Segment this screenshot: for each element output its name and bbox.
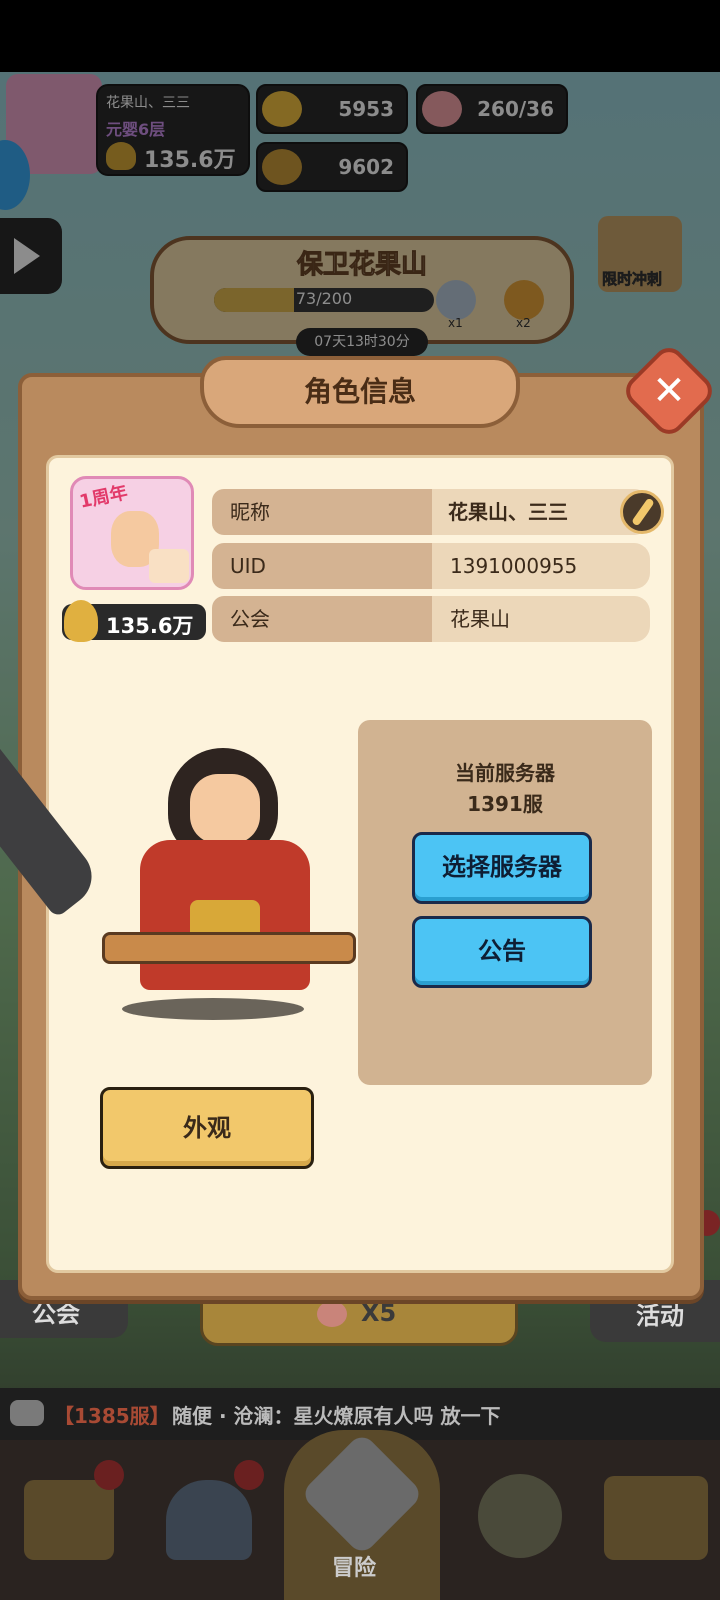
- chat-icon: [10, 1400, 44, 1426]
- uid-row: UID: [212, 543, 432, 589]
- peach-mult-icon: [317, 1301, 347, 1327]
- helmet-alert: [234, 1460, 264, 1490]
- current-server-label: 当前服务器: [455, 761, 555, 785]
- nickname-row: 昵称: [212, 489, 432, 535]
- activity-label: 活动: [636, 1302, 684, 1330]
- hero-face: [190, 774, 260, 844]
- guild-label: 公会: [230, 607, 270, 631]
- close-icon[interactable]: ✕: [634, 356, 704, 426]
- guild-value: 花果山: [450, 607, 510, 631]
- treasure-chest-icon: [604, 1476, 708, 1560]
- appearance-button[interactable]: 外观: [100, 1087, 314, 1169]
- select-server-button[interactable]: 选择服务器: [412, 832, 592, 904]
- chest-alert: [94, 1460, 124, 1490]
- nav-chest[interactable]: [10, 1450, 130, 1580]
- brush-icon: [631, 497, 655, 527]
- nickname-value-box: 花果山、三三: [432, 489, 650, 535]
- nav-treasure[interactable]: [596, 1450, 716, 1580]
- peach-mult-label: X5: [361, 1299, 397, 1327]
- modal-power-badge: 135.6万: [62, 600, 206, 642]
- chat-message: 随便 · 沧澜：星火燎原有人吗 放一下: [172, 1404, 501, 1428]
- character-avatar[interactable]: 1周年: [70, 476, 194, 590]
- uid-label: UID: [230, 554, 266, 578]
- adventure-label: 冒险: [332, 1556, 377, 1581]
- nav-adventure[interactable]: 冒险: [284, 1430, 440, 1600]
- modal-title: 角色信息: [303, 375, 416, 408]
- cake-icon: [149, 549, 189, 583]
- helmet-icon: [166, 1480, 252, 1560]
- guild-row: 公会: [212, 596, 432, 642]
- chest-icon: [24, 1480, 114, 1560]
- sword-guard: [102, 932, 356, 964]
- nav-upgrade[interactable]: [460, 1450, 580, 1580]
- character-figure[interactable]: [0, 640, 356, 1030]
- anniversary-badge: 1周年: [77, 482, 130, 513]
- guild-value-box: 花果山: [432, 596, 650, 642]
- announcement-button[interactable]: 公告: [412, 916, 592, 988]
- nav-helmet[interactable]: [150, 1450, 270, 1580]
- hero-shadow: [122, 998, 304, 1020]
- current-server-value: 1391服: [467, 792, 543, 816]
- chat-server-tag: 【1385服】: [54, 1404, 170, 1428]
- power-icon: [64, 600, 98, 642]
- nickname-value: 花果山、三三: [448, 500, 568, 524]
- upgrade-icon: [478, 1474, 562, 1558]
- crossed-swords-icon: [299, 1431, 425, 1557]
- uid-value-box: 1391000955: [432, 543, 650, 589]
- modal-power-value: 135.6万: [106, 614, 194, 638]
- edit-name-button[interactable]: [620, 490, 664, 534]
- uid-value: 1391000955: [450, 554, 578, 578]
- nickname-label: 昵称: [230, 500, 270, 524]
